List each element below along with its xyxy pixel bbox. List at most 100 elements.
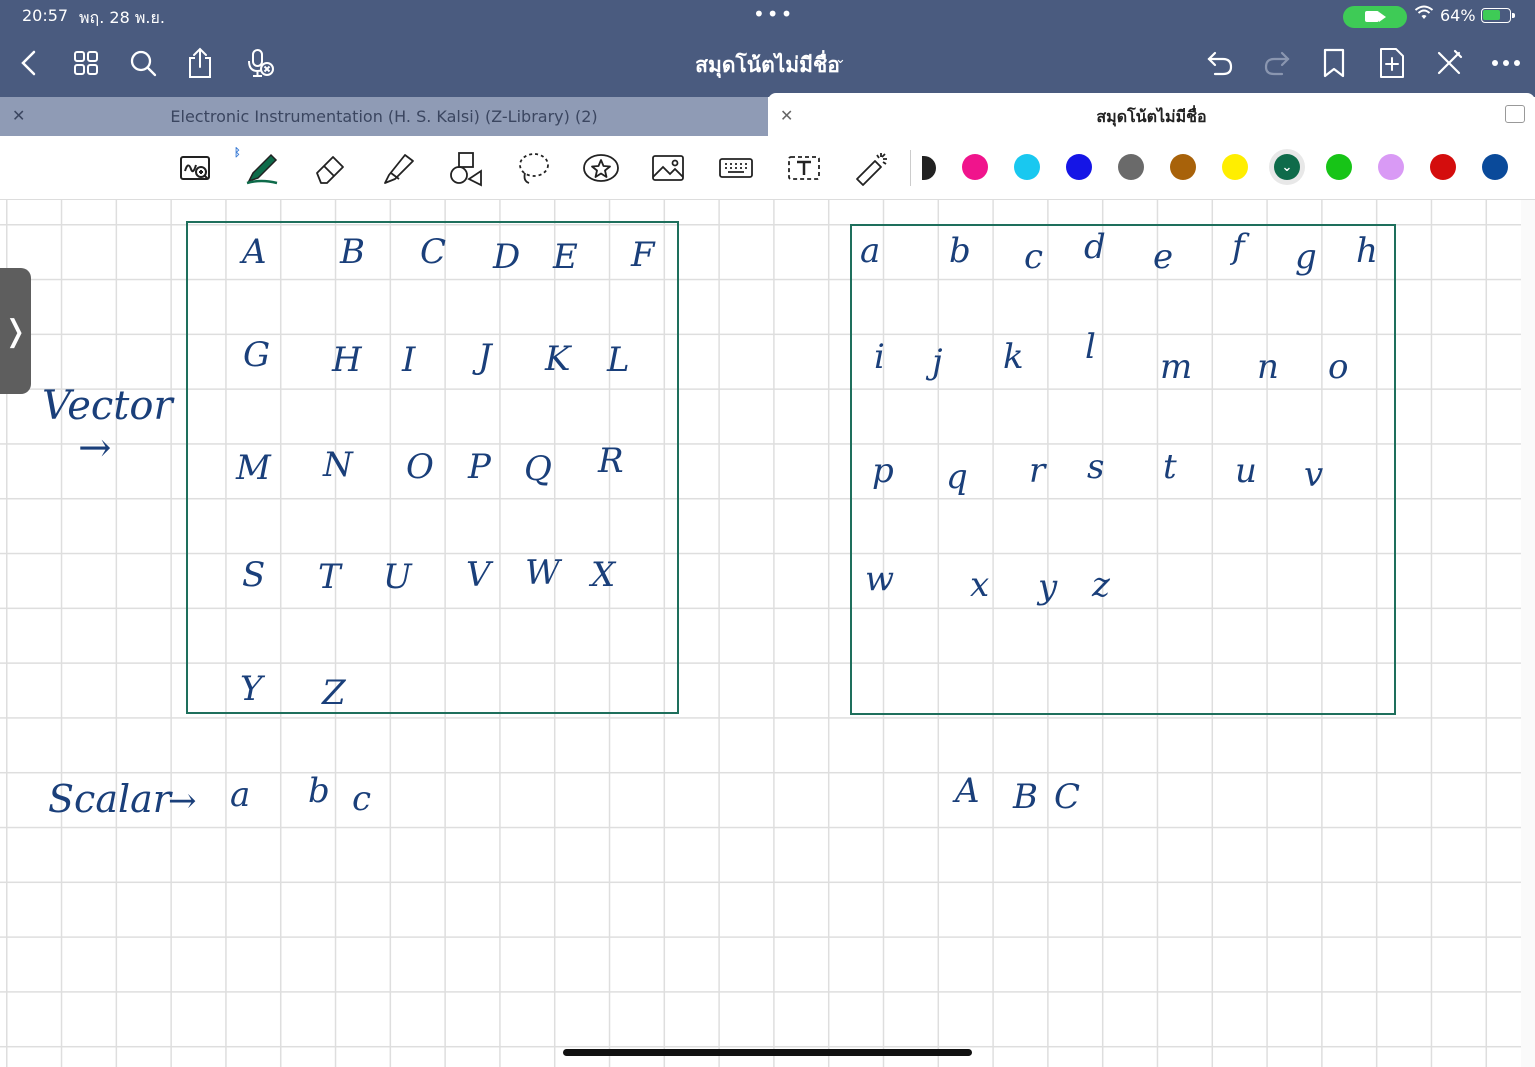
status-bar: 20:57 พฤ. 28 พ.ย. ••• 64% bbox=[0, 0, 1535, 32]
ink-letter: B bbox=[340, 232, 365, 272]
battery-icon bbox=[1481, 8, 1515, 23]
ink-letter: D bbox=[493, 237, 521, 277]
scalar-label: Scalar bbox=[48, 777, 171, 821]
color-swatch-brown[interactable] bbox=[1170, 154, 1196, 180]
back-icon[interactable] bbox=[12, 46, 46, 80]
color-swatch-gray[interactable] bbox=[1118, 154, 1144, 180]
laser-pointer-icon[interactable] bbox=[850, 148, 894, 188]
search-icon[interactable] bbox=[126, 46, 160, 80]
caps-letter-c: C bbox=[1054, 777, 1081, 817]
sticker-icon[interactable] bbox=[579, 148, 623, 188]
ink-letter: m bbox=[1160, 347, 1193, 387]
color-swatch-cyan[interactable] bbox=[1014, 154, 1040, 180]
highlighter-icon[interactable] bbox=[376, 148, 420, 188]
shapes-icon[interactable] bbox=[444, 148, 488, 188]
ink-letter: g bbox=[1295, 237, 1317, 277]
zoom-write-icon[interactable] bbox=[173, 148, 217, 188]
camera-in-use-icon bbox=[1343, 6, 1407, 28]
tab-label: Electronic Instrumentation (H. S. Kalsi)… bbox=[170, 107, 598, 126]
ink-letter: u bbox=[1235, 451, 1257, 491]
ink-letter: t bbox=[1163, 447, 1177, 487]
ink-letter: j bbox=[932, 342, 943, 382]
tab-label: สมุดโน้ตไม่มีชื่อ bbox=[1096, 107, 1207, 126]
keyboard-icon[interactable] bbox=[714, 148, 758, 188]
image-icon[interactable] bbox=[646, 148, 690, 188]
bookmark-icon[interactable] bbox=[1317, 46, 1351, 80]
color-swatch-blue[interactable] bbox=[1066, 154, 1092, 180]
more-options-icon[interactable] bbox=[1489, 46, 1523, 80]
ink-letter: o bbox=[1328, 347, 1349, 387]
ink-letter: J bbox=[478, 337, 492, 377]
ink-letter: c bbox=[1024, 237, 1044, 277]
ink-letter: d bbox=[1084, 227, 1106, 267]
ink-letter: S bbox=[242, 555, 266, 595]
grid-view-icon[interactable] bbox=[69, 46, 103, 80]
title-chevron-down-icon[interactable]: ⌄ bbox=[835, 52, 846, 67]
wifi-icon bbox=[1414, 5, 1434, 26]
ink-letter: w bbox=[865, 559, 895, 599]
ink-letter: n bbox=[1257, 347, 1279, 387]
color-swatch-red[interactable] bbox=[1430, 154, 1456, 180]
ink-letter: X bbox=[591, 555, 616, 595]
toolbar-divider bbox=[910, 150, 911, 186]
ink-letter: A bbox=[242, 232, 267, 272]
ink-letter: v bbox=[1304, 455, 1324, 495]
multitasking-dots-icon[interactable]: ••• bbox=[753, 2, 794, 26]
share-icon[interactable] bbox=[183, 46, 217, 80]
tab-electronic-instrumentation[interactable]: ✕ Electronic Instrumentation (H. S. Kals… bbox=[0, 97, 768, 136]
ink-letter: E bbox=[553, 237, 578, 277]
ink-letter: p bbox=[872, 451, 894, 491]
color-swatch-green[interactable] bbox=[1326, 154, 1352, 180]
ink-letter: a bbox=[860, 231, 881, 271]
microphone-off-icon[interactable] bbox=[243, 46, 277, 80]
ink-letter: H bbox=[332, 340, 362, 380]
sidebar-toggle-handle[interactable]: ❭ bbox=[0, 268, 31, 394]
ink-letter: W bbox=[525, 553, 560, 593]
ink-letter: O bbox=[406, 447, 434, 487]
ink-letter: L bbox=[607, 340, 630, 380]
text-box-icon[interactable] bbox=[782, 148, 826, 188]
ink-letter: N bbox=[323, 445, 353, 485]
ink-letter: i bbox=[874, 337, 885, 377]
pen-icon[interactable] bbox=[240, 148, 284, 188]
ink-letter: V bbox=[466, 555, 491, 595]
note-canvas[interactable]: A B C D E F G H I J K L M N O P Q R S T … bbox=[0, 200, 1535, 1067]
app-header: 20:57 พฤ. 28 พ.ย. ••• 64% สมุดโน้ตไม่มีช… bbox=[0, 0, 1535, 97]
scalar-letter-a: a bbox=[230, 775, 251, 815]
color-swatch-dark-green[interactable]: ⌄ bbox=[1274, 154, 1300, 180]
ink-letter: e bbox=[1153, 237, 1174, 277]
ink-letter: Q bbox=[524, 449, 552, 489]
color-swatch-yellow[interactable] bbox=[1222, 154, 1248, 180]
ink-letter: C bbox=[420, 232, 447, 272]
undo-icon[interactable] bbox=[1203, 46, 1237, 80]
vector-arrow: → bbox=[78, 425, 112, 471]
ink-letter: b bbox=[949, 231, 971, 271]
ink-letter: T bbox=[318, 557, 341, 597]
ink-letter: r bbox=[1029, 451, 1046, 491]
disable-pen-icon[interactable] bbox=[1432, 46, 1466, 80]
ink-letter: y bbox=[1038, 567, 1058, 607]
ink-letter: x bbox=[970, 565, 990, 605]
color-swatch-lavender[interactable] bbox=[1378, 154, 1404, 180]
scroll-track[interactable] bbox=[1521, 200, 1535, 1067]
ink-letter: F bbox=[631, 235, 655, 275]
drawing-toolbar: ᛒ bbox=[0, 136, 1535, 200]
status-time: 20:57 bbox=[22, 6, 69, 25]
color-swatch-magenta[interactable] bbox=[962, 154, 988, 180]
tab-untitled-notebook[interactable]: ✕ สมุดโน้ตไม่มีชื่อ bbox=[768, 93, 1535, 136]
selected-chevron-icon: ⌄ bbox=[1281, 159, 1293, 175]
split-view-icon[interactable] bbox=[1505, 105, 1525, 123]
ink-letter: G bbox=[243, 335, 271, 375]
vector-label: Vector bbox=[42, 383, 173, 429]
ink-letter: Y bbox=[240, 669, 263, 709]
ink-letter: Z bbox=[322, 673, 346, 713]
nav-bar: สมุดโน้ตไม่มีชื่อ ⌄ bbox=[0, 38, 1535, 88]
lasso-icon[interactable] bbox=[512, 148, 556, 188]
redo-icon[interactable] bbox=[1260, 46, 1294, 80]
scalar-letter-b: b bbox=[308, 771, 330, 811]
color-swatch-navy[interactable] bbox=[1482, 154, 1508, 180]
status-date: พฤ. 28 พ.ย. bbox=[79, 8, 165, 27]
home-indicator[interactable] bbox=[563, 1049, 972, 1056]
add-page-icon[interactable] bbox=[1375, 46, 1409, 80]
eraser-icon[interactable] bbox=[308, 148, 352, 188]
